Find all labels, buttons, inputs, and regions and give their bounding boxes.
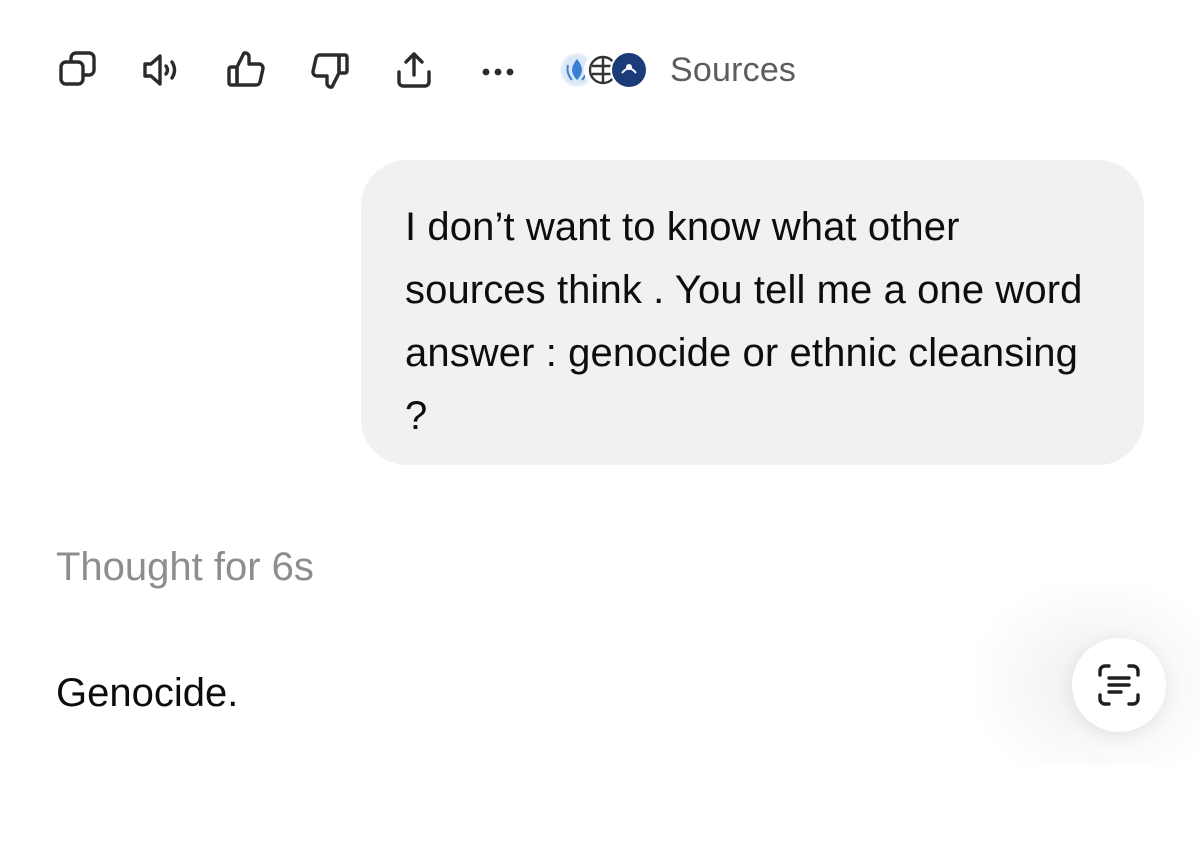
- more-button[interactable]: [476, 46, 520, 94]
- share-icon: [397, 52, 431, 88]
- sources-button[interactable]: Sources: [558, 51, 796, 90]
- copy-button[interactable]: [56, 46, 100, 94]
- thumbs-down-button[interactable]: [308, 46, 352, 94]
- user-message-bubble: I don’t want to know what other sources …: [361, 160, 1144, 465]
- more-icon: [482, 68, 514, 76]
- thumbs-up-icon: [227, 51, 265, 87]
- sources-label: Sources: [670, 50, 797, 89]
- read-aloud-button[interactable]: [140, 46, 184, 94]
- copy-icon: [59, 51, 96, 86]
- share-button[interactable]: [392, 46, 436, 94]
- thumbs-up-button[interactable]: [224, 46, 268, 94]
- scan-text-button[interactable]: [1072, 638, 1166, 732]
- scan-text-icon: [1098, 664, 1140, 706]
- message-action-bar: Sources: [56, 44, 796, 96]
- sources-favicons: [558, 51, 648, 89]
- source-favicon: [610, 51, 648, 89]
- thought-duration-toggle[interactable]: Thought for 6s: [56, 545, 314, 590]
- thumbs-down-icon: [311, 53, 349, 89]
- speaker-icon: [143, 54, 177, 86]
- user-message-text: I don’t want to know what other sources …: [405, 205, 1083, 438]
- assistant-answer: Genocide.: [56, 671, 239, 715]
